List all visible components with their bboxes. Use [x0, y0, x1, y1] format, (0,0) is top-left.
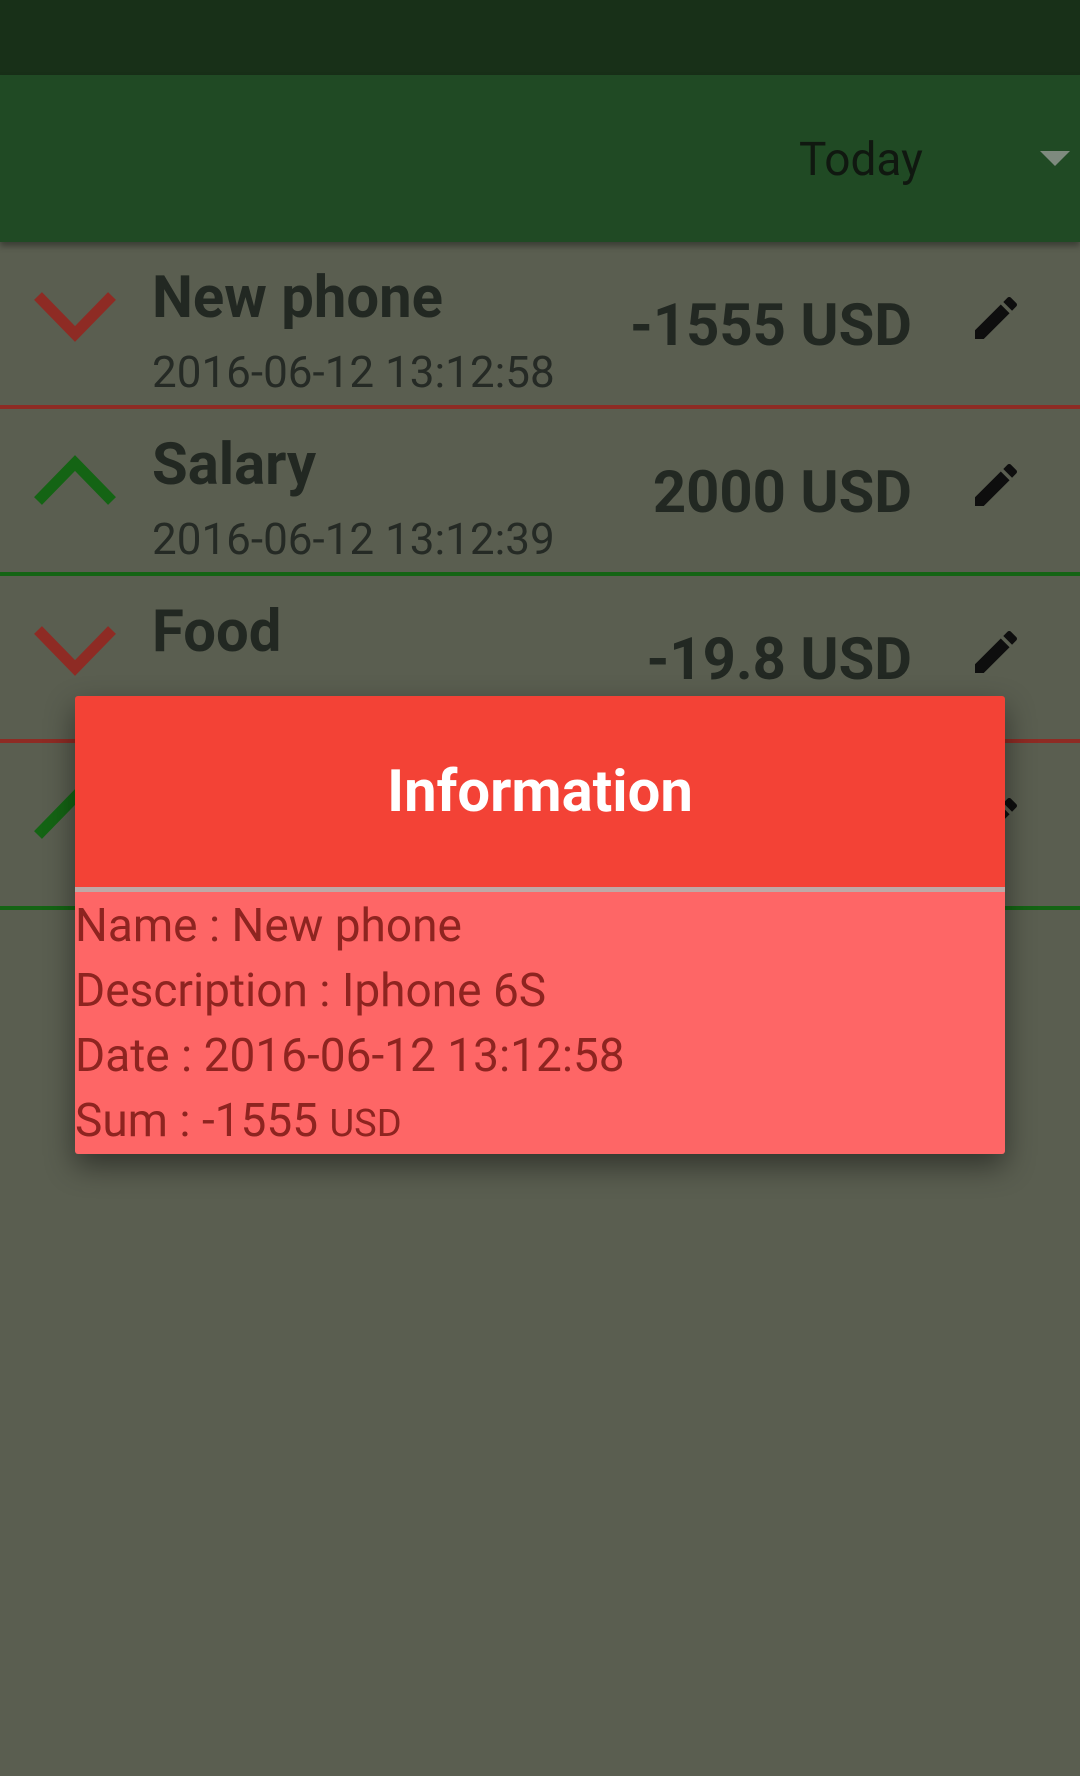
table-row[interactable]: New phone 2016-06-12 13:12:58 -1555 USD — [0, 242, 1080, 409]
table-row[interactable]: Salary 2016-06-12 13:12:39 2000 USD — [0, 409, 1080, 576]
chevron-up-icon — [34, 455, 116, 505]
status-bar — [0, 0, 1080, 75]
period-label: Today — [799, 133, 923, 187]
info-description: Description : Iphone 6S — [75, 964, 547, 1018]
information-dialog[interactable]: Information Name : New phone Description… — [75, 696, 1005, 1154]
transaction-name: Food — [152, 598, 282, 666]
info-sum-value: Sum : -1555 — [75, 1094, 330, 1148]
transaction-name: Salary — [152, 431, 317, 499]
chevron-down-icon — [34, 292, 116, 342]
info-name: Name : New phone — [75, 899, 462, 953]
dialog-header: Information — [75, 696, 1005, 887]
pencil-icon[interactable] — [968, 624, 1024, 680]
transaction-amount: -19.8 USD — [646, 626, 912, 694]
dropdown-arrow-icon — [1040, 151, 1070, 166]
dialog-body: Name : New phone Description : Iphone 6S… — [75, 892, 1005, 1154]
chevron-down-icon — [34, 626, 116, 676]
transaction-name: New phone — [152, 264, 443, 332]
transaction-date: 2016-06-12 13:12:39 — [152, 513, 555, 565]
transaction-amount: -1555 USD — [629, 292, 912, 360]
info-date: Date : 2016-06-12 13:12:58 — [75, 1029, 625, 1083]
period-dropdown[interactable]: Today — [750, 75, 1080, 242]
info-sum-currency: USD — [329, 1102, 402, 1146]
transaction-amount: 2000 USD — [652, 459, 912, 527]
transaction-date: 2016-06-12 13:12:58 — [152, 346, 555, 398]
info-sum: Sum : -1555 USD — [75, 1089, 1005, 1154]
app-bar: Today — [0, 75, 1080, 242]
pencil-icon[interactable] — [968, 457, 1024, 513]
pencil-icon[interactable] — [968, 290, 1024, 346]
dialog-title: Information — [387, 757, 693, 826]
